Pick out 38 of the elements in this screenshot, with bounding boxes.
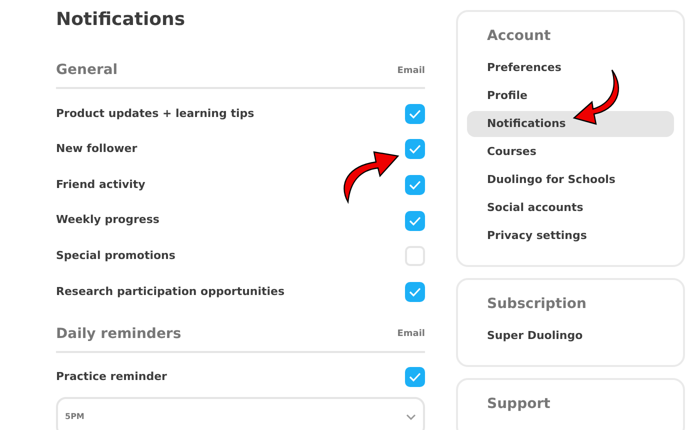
checkmark-icon xyxy=(409,286,421,297)
setting-label: Friend activity xyxy=(56,176,146,193)
checkmark-icon xyxy=(409,216,421,226)
column-label: Email xyxy=(397,328,425,342)
nav-link[interactable]: Social accounts xyxy=(467,195,674,221)
checkmark-icon xyxy=(409,372,421,382)
section-heading: General xyxy=(56,61,118,80)
nav-link[interactable]: Preferences xyxy=(467,55,674,81)
setting-label: Research participation opportunities xyxy=(56,284,285,300)
time-dropdown[interactable]: 5PM xyxy=(56,397,425,430)
card-heading: Account xyxy=(486,27,552,46)
card-heading: Subscription xyxy=(486,295,588,314)
checkbox[interactable] xyxy=(405,367,425,388)
setting-label: Weekly progress xyxy=(56,212,160,228)
nav-link[interactable]: Profile xyxy=(467,83,674,109)
page-title: Notifications xyxy=(56,8,186,32)
checkmark-icon xyxy=(409,180,421,190)
setting-label: New follower xyxy=(56,141,138,158)
checkbox[interactable] xyxy=(405,246,425,266)
nav-link[interactable]: Privacy settings xyxy=(467,223,674,249)
setting-label: Product updates + learning tips xyxy=(56,106,254,122)
checkmark-icon xyxy=(409,144,421,154)
section-heading: Daily reminders xyxy=(56,324,182,344)
checkbox[interactable] xyxy=(405,282,425,302)
nav-link[interactable]: Courses xyxy=(467,139,674,165)
card-heading: Support xyxy=(486,395,552,414)
chevron-down-icon xyxy=(406,414,416,420)
nav-link[interactable]: Notifications xyxy=(467,111,674,137)
checkbox[interactable] xyxy=(405,174,425,195)
nav-link[interactable]: Duolingo for Schools xyxy=(467,167,674,193)
column-label: Email xyxy=(397,64,425,78)
checkbox[interactable] xyxy=(405,210,425,231)
setting-label: Special promotions xyxy=(56,248,176,264)
checkbox[interactable] xyxy=(405,139,425,160)
nav-link[interactable]: Super Duolingo xyxy=(467,323,674,349)
setting-label: Practice reminder xyxy=(56,369,167,386)
checkbox[interactable] xyxy=(405,104,425,124)
checkmark-icon xyxy=(409,108,421,119)
